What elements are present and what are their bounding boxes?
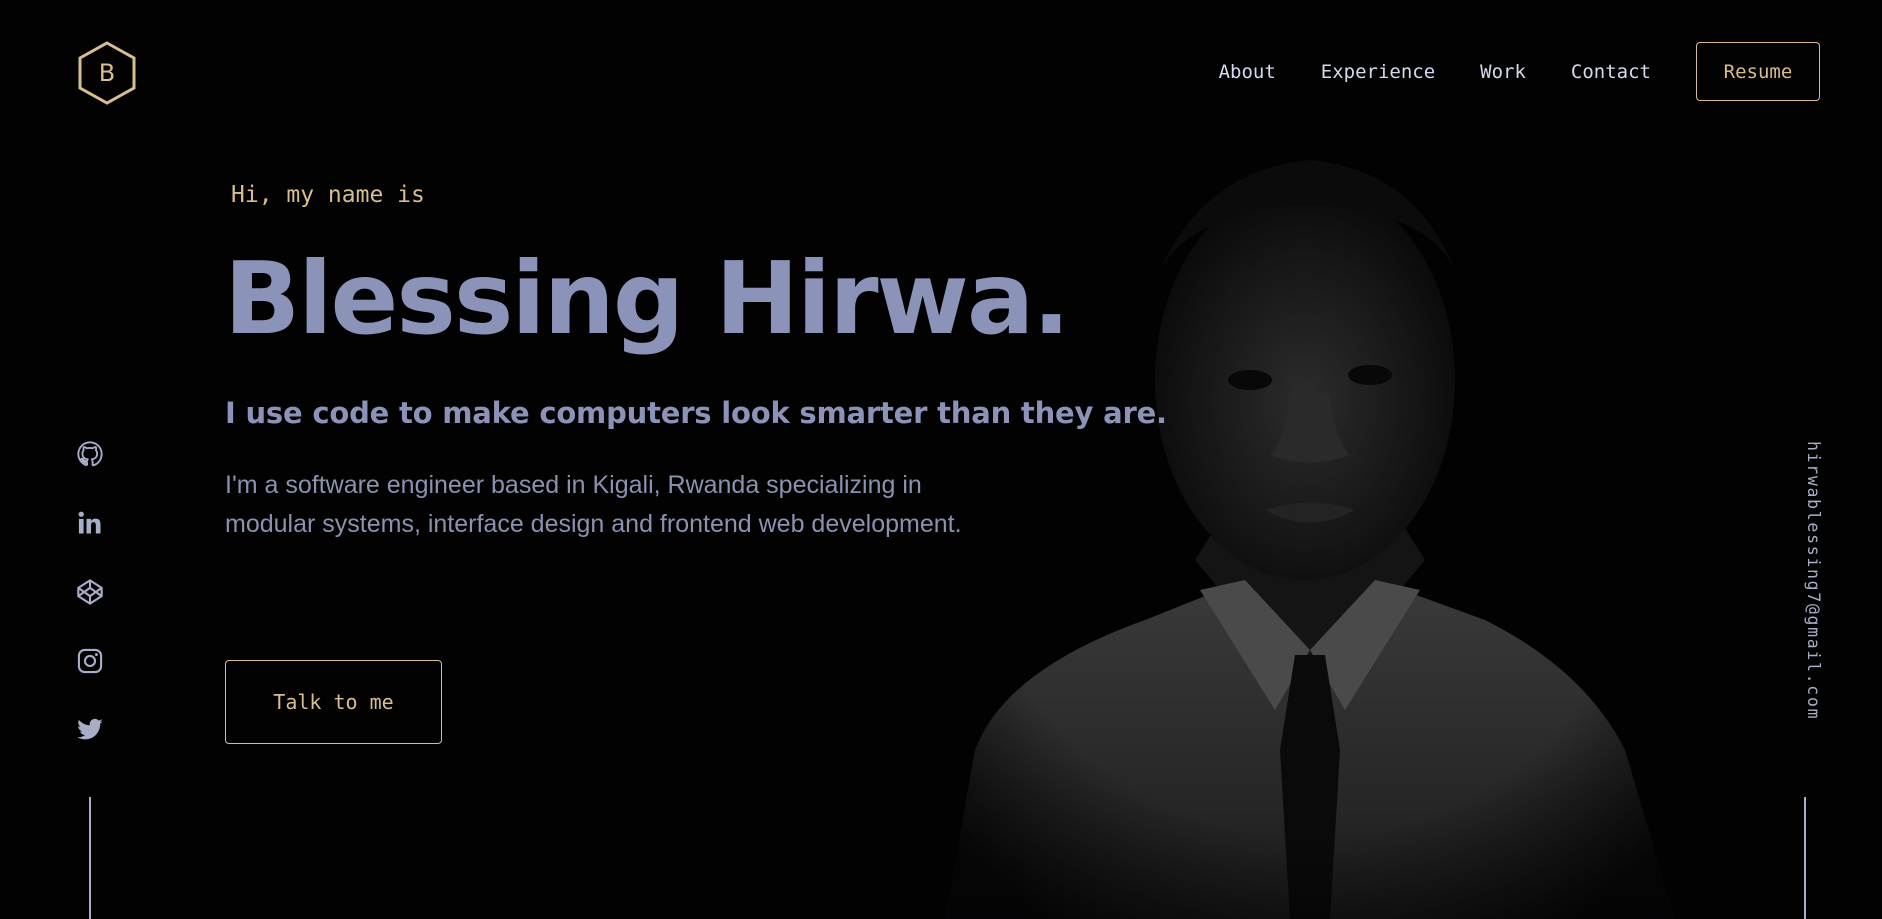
resume-button[interactable]: Resume	[1696, 42, 1820, 101]
instagram-link[interactable]	[74, 645, 106, 677]
logo[interactable]: B	[76, 40, 138, 106]
linkedin-link[interactable]	[74, 507, 106, 539]
social-links	[74, 438, 106, 783]
email-link[interactable]: hirwablessing7@gmail.com	[1804, 441, 1823, 720]
github-icon	[77, 441, 103, 467]
hero-bio: I'm a software engineer based in Kigali,…	[225, 471, 962, 538]
nav-link-about[interactable]: About	[1219, 61, 1276, 83]
twitter-icon	[77, 718, 103, 740]
codepen-icon	[77, 579, 103, 605]
right-vertical-line	[1804, 797, 1806, 919]
linkedin-icon	[78, 511, 101, 534]
codepen-link[interactable]	[74, 576, 106, 608]
instagram-icon	[77, 648, 103, 674]
top-nav: About Experience Work Contact Resume	[1219, 42, 1820, 101]
github-link[interactable]	[74, 438, 106, 470]
nav-link-work[interactable]: Work	[1480, 61, 1526, 83]
nav-link-experience[interactable]: Experience	[1321, 61, 1435, 83]
logo-letter: B	[98, 59, 116, 87]
left-vertical-line	[89, 797, 91, 919]
hero-name: Blessing Hirwa.	[224, 240, 1070, 357]
nav-link-contact[interactable]: Contact	[1571, 61, 1651, 83]
twitter-link[interactable]	[74, 714, 106, 746]
intro-text: Hi, my name is	[231, 182, 425, 208]
talk-to-me-button[interactable]: Talk to me	[225, 660, 442, 744]
hero-tagline: I use code to make computers look smarte…	[225, 396, 1167, 430]
